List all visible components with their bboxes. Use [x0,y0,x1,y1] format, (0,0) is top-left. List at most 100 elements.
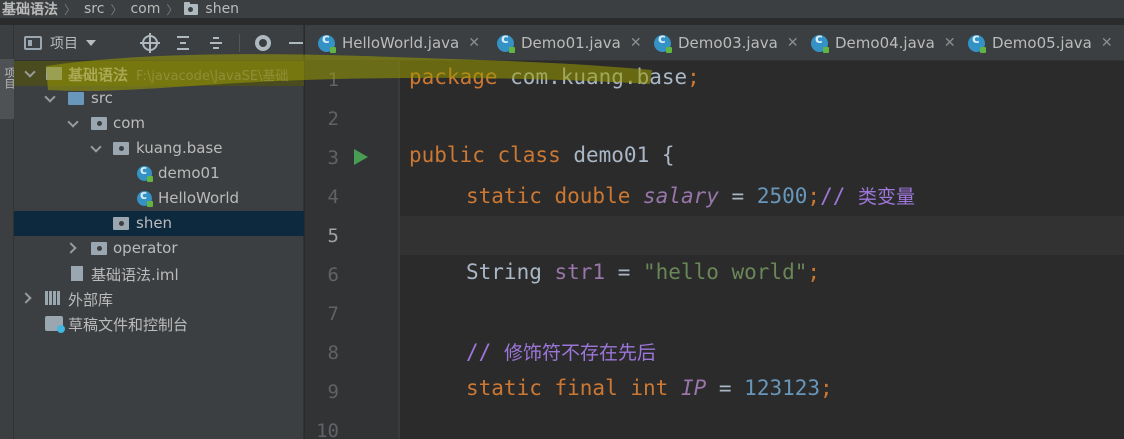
java-class-icon [654,32,672,53]
package-icon [91,117,107,130]
tab-label: Demo05.java [992,34,1092,52]
tab-label: Demo01.java [521,34,621,52]
tree-item-label: com [113,114,146,132]
package-icon [113,142,129,155]
tree-item-root[interactable]: 基础语法 F:\javacode\JavaSE\基础 [14,61,304,86]
close-icon[interactable]: ✕ [1101,35,1113,51]
tree-item-demo01[interactable]: demo01 [14,161,304,186]
tree-item-shen[interactable]: shen [14,211,304,236]
code-number: 123123 [744,376,821,400]
collapse-all-icon [208,35,224,51]
breadcrumb-separator-icon: 〉 [110,2,123,17]
breadcrumb-item-src[interactable]: src [82,1,104,17]
tab-label: Demo03.java [678,34,778,52]
left-tool-stripe: 项目 [0,25,16,439]
tree-item-kuang-base[interactable]: kuang.base [14,136,304,161]
tree-item-com[interactable]: com [14,111,304,136]
code-keyword: static final int [466,376,669,400]
run-icon[interactable] [354,149,368,165]
chevron-right-icon[interactable] [65,242,77,254]
code-comment: // [820,184,858,208]
breadcrumb-item-shen[interactable]: shen [184,1,239,17]
collapse-all-button[interactable] [206,33,226,53]
select-opened-file-button[interactable] [140,33,160,53]
code-number: 2500 [756,184,808,208]
module-folder-icon [46,67,62,80]
chevron-down-icon[interactable] [86,39,96,46]
line-number: 2 [327,108,339,130]
close-icon[interactable]: ✕ [787,35,799,51]
chevron-down-icon[interactable] [44,91,56,103]
line-number: 7 [327,303,339,325]
tree-item-label: shen [136,214,173,232]
code-semicolon: ; [687,65,700,89]
iml-file-icon [71,266,83,281]
chevron-right-icon[interactable] [20,292,32,304]
tree-item-helloworld[interactable]: HelloWorld [14,186,304,211]
tree-item-external-libs[interactable]: 外部库 [14,286,304,311]
project-panel-header: 项目 [14,25,303,61]
code-semicolon: ; [807,184,821,208]
expand-all-button[interactable] [173,33,193,53]
code-line-3: public class demo01 { [409,143,675,182]
settings-button[interactable] [253,33,273,53]
code-comment: // [466,340,504,364]
tab-helloworld[interactable]: HelloWorld.java ✕ [318,25,480,60]
code-operator: = [718,184,757,208]
tree-item-label: 外部库 [68,291,114,309]
tree-item-scratches[interactable]: 草稿文件和控制台 [14,311,304,336]
code-keyword: class [484,143,561,167]
line-number-current: 5 [327,225,339,247]
code-keyword: package [409,65,498,89]
current-line-highlight [400,216,1124,255]
tree-item-operator[interactable]: operator [14,236,304,261]
tree-item-label: 基础语法.iml [91,266,179,284]
code-field: str1 [541,260,606,284]
tree-item-iml[interactable]: 基础语法.iml [14,261,304,286]
code-field: salary [630,184,719,208]
code-field: IP [668,376,707,400]
tab-demo04[interactable]: Demo04.java ✕ [811,25,956,60]
code-operator: = [605,260,644,284]
java-class-icon [497,32,515,53]
chevron-down-icon[interactable] [67,116,79,128]
tab-demo05[interactable]: Demo05.java ✕ [968,25,1113,60]
breadcrumb-item-com[interactable]: com [128,1,160,17]
code-string: "hello world" [643,260,808,284]
java-class-icon [137,163,153,182]
close-icon[interactable]: ✕ [468,35,480,51]
chevron-down-icon[interactable] [24,66,36,78]
editor-gutter[interactable]: 1 2 3 4 5 6 7 8 9 10 [305,61,400,439]
chevron-down-icon[interactable] [90,141,102,153]
breadcrumb-label: src [84,1,105,17]
package-icon [113,217,129,230]
code-editor[interactable]: package com.kuang.base; public class dem… [400,61,1124,439]
breadcrumb-item-project[interactable]: 基础语法 [0,0,58,18]
tab-label: Demo04.java [835,34,935,52]
expand-all-icon [175,35,191,51]
package-icon [184,1,199,15]
line-number: 8 [327,342,339,364]
project-tree: 基础语法 F:\javacode\JavaSE\基础 src com kuang.… [14,61,304,336]
tree-item-label: src [91,89,113,107]
tree-item-src[interactable]: src [14,86,304,111]
breadcrumb-label: 基础语法 [2,2,58,18]
breadcrumb-separator-icon: 〉 [64,2,77,17]
hide-panel-button[interactable] [286,33,306,53]
tab-demo03[interactable]: Demo03.java ✕ [654,25,799,60]
java-class-icon [968,32,986,53]
code-package: com.kuang.base [497,65,688,89]
tab-demo01[interactable]: Demo01.java ✕ [497,25,642,60]
project-panel-title[interactable]: 项目 [50,33,78,53]
java-class-icon [318,32,336,53]
toolbar-divider [239,34,240,52]
java-class-icon [137,188,153,207]
breadcrumb: 基础语法 〉 src 〉 com 〉 shen [0,0,1124,18]
code-line-1: package com.kuang.base; [409,65,700,104]
code-line-6: String str1 = "hello world"; [466,260,820,299]
code-type: String [466,260,542,284]
project-tool-window-tab[interactable]: 项目 [0,59,16,119]
close-icon[interactable]: ✕ [944,35,956,51]
minimize-icon [289,42,303,44]
close-icon[interactable]: ✕ [630,35,642,51]
